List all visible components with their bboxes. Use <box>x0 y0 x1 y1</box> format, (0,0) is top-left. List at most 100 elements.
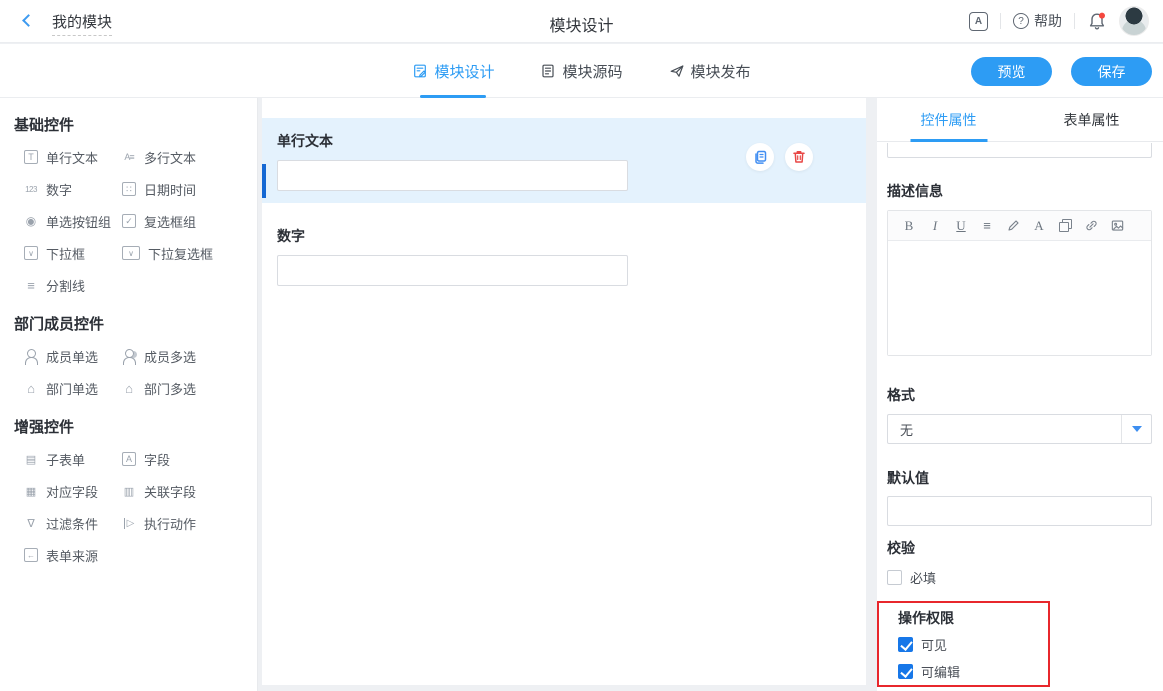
sidebar-item-related-field[interactable]: 关联字段 <box>120 481 218 501</box>
copy-field-button[interactable] <box>746 143 774 171</box>
italic-icon[interactable]: I <box>924 215 946 237</box>
divider <box>1074 13 1075 29</box>
align-icon[interactable]: ≡ <box>976 215 998 237</box>
help-button[interactable]: ? 帮助 <box>1013 11 1062 31</box>
sidebar-item-multi-line-text[interactable]: 多行文本 <box>120 147 218 167</box>
font-style-icon[interactable]: A <box>1028 215 1050 237</box>
tab-bar: 模块设计 模块源码 模块发布 预览 保存 <box>0 44 1163 98</box>
tab-module-design[interactable]: 模块设计 <box>412 44 494 98</box>
required-checkbox[interactable] <box>887 570 902 585</box>
sidebar-item-label: 字段 <box>144 450 170 469</box>
bold-icon[interactable]: B <box>898 215 920 237</box>
canvas-field-single-line-text[interactable]: 单行文本 <box>262 118 866 203</box>
description-textarea[interactable] <box>888 241 1151 355</box>
format-select[interactable]: 无 <box>887 414 1152 444</box>
required-label: 必填 <box>910 568 936 587</box>
edit-pen-icon[interactable] <box>1002 215 1024 237</box>
select-caret-zone[interactable] <box>1121 415 1151 443</box>
sidebar-item-label: 单选按钮组 <box>46 212 111 231</box>
editable-label: 可编辑 <box>921 662 960 681</box>
sidebar-item-dept-multi[interactable]: 部门多选 <box>120 378 218 398</box>
editable-checkbox-row[interactable]: 可编辑 <box>898 662 1048 680</box>
widget-sidebar: 基础控件 单行文本 多行文本 数字 日期时间 单选按钮组 复选框组 下拉框 下拉… <box>0 98 258 691</box>
delete-field-button[interactable] <box>785 143 813 171</box>
field-icon <box>122 452 136 466</box>
link-icon[interactable] <box>1080 215 1102 237</box>
sidebar-item-dept-single[interactable]: 部门单选 <box>22 378 120 398</box>
sidebar-item-form-source[interactable]: 表单来源 <box>22 545 120 565</box>
permissions-label: 操作权限 <box>898 608 1048 626</box>
tab-label: 模块源码 <box>562 61 622 82</box>
number-icon <box>22 180 40 198</box>
preview-button[interactable]: 预览 <box>971 57 1052 86</box>
field-input[interactable] <box>277 160 628 191</box>
member-multi-icon <box>120 347 138 365</box>
sidebar-item-field[interactable]: 字段 <box>120 449 218 469</box>
sidebar-item-select[interactable]: 下拉框 <box>22 243 120 263</box>
field-input[interactable] <box>277 255 628 286</box>
sidebar-item-datetime[interactable]: 日期时间 <box>120 179 218 199</box>
visible-checkbox-row[interactable]: 可见 <box>898 635 1048 653</box>
related-field-icon <box>120 482 138 500</box>
scrolled-input-partial[interactable] <box>887 143 1152 158</box>
form-canvas: 单行文本 数字 <box>262 98 866 685</box>
tab-label: 模块发布 <box>691 61 751 82</box>
trash-icon <box>791 149 807 165</box>
operation-permissions-highlight: 操作权限 可见 可编辑 <box>877 601 1050 687</box>
tab-module-source[interactable]: 模块源码 <box>540 44 622 98</box>
publish-tab-icon <box>669 63 685 79</box>
sidebar-item-member-multi[interactable]: 成员多选 <box>120 346 218 366</box>
topbar-actions: A ? 帮助 <box>969 0 1149 42</box>
sidebar-item-label: 单行文本 <box>46 148 98 167</box>
tab-module-publish[interactable]: 模块发布 <box>669 44 751 98</box>
tab-widget-properties[interactable]: 控件属性 <box>877 98 1020 141</box>
copy-icon[interactable] <box>1054 215 1076 237</box>
dept-multi-icon <box>120 379 138 397</box>
sidebar-group-enhanced: 增强控件 子表单 字段 对应字段 关联字段 过滤条件 执行动作 表单来源 <box>0 400 257 567</box>
copy-icon <box>752 149 768 165</box>
underline-icon[interactable]: U <box>950 215 972 237</box>
visible-checkbox[interactable] <box>898 637 913 652</box>
notification-bell-icon[interactable] <box>1087 11 1107 31</box>
sidebar-item-action[interactable]: 执行动作 <box>120 513 218 533</box>
image-icon[interactable] <box>1106 215 1128 237</box>
sidebar-item-label: 数字 <box>46 180 72 199</box>
sidebar-item-single-line-text[interactable]: 单行文本 <box>22 147 120 167</box>
sidebar-group-title: 基础控件 <box>0 98 257 139</box>
tab-form-properties[interactable]: 表单属性 <box>1020 98 1163 141</box>
sidebar-item-radio-group[interactable]: 单选按钮组 <box>22 211 120 231</box>
sidebar-item-filter[interactable]: 过滤条件 <box>22 513 120 533</box>
sidebar-item-label: 下拉复选框 <box>148 244 213 263</box>
divider-icon <box>22 276 40 294</box>
sidebar-item-label: 执行动作 <box>144 514 196 533</box>
sidebar-item-checkbox-group[interactable]: 复选框组 <box>120 211 218 231</box>
sidebar-item-divider-line[interactable]: 分割线 <box>22 275 120 295</box>
sidebar-group-title: 部门成员控件 <box>0 297 257 338</box>
canvas-field-number[interactable]: 数字 <box>262 213 866 298</box>
dept-single-icon <box>22 379 40 397</box>
tab-label: 模块设计 <box>434 61 494 82</box>
translate-icon[interactable]: A <box>969 12 988 31</box>
required-checkbox-row[interactable]: 必填 <box>887 568 1152 586</box>
sidebar-item-label: 对应字段 <box>46 482 98 501</box>
avatar[interactable] <box>1119 6 1149 36</box>
sidebar-item-label: 子表单 <box>46 450 85 469</box>
format-select-value: 无 <box>900 420 913 439</box>
properties-tabs: 控件属性 表单属性 <box>877 98 1163 142</box>
field-label: 数字 <box>277 226 850 246</box>
multi-line-text-icon <box>120 148 138 166</box>
sidebar-item-mapped-field[interactable]: 对应字段 <box>22 481 120 501</box>
sidebar-item-multi-select[interactable]: 下拉复选框 <box>120 243 218 263</box>
sidebar-item-subform[interactable]: 子表单 <box>22 449 120 469</box>
chevron-down-icon <box>1132 426 1142 432</box>
sidebar-item-label: 成员多选 <box>144 347 196 366</box>
properties-panel: 控件属性 表单属性 描述信息 B I U ≡ A 格式 <box>877 98 1163 691</box>
source-tab-icon <box>540 63 556 79</box>
save-button[interactable]: 保存 <box>1071 57 1152 86</box>
default-value-input[interactable] <box>887 496 1152 526</box>
editable-checkbox[interactable] <box>898 664 913 679</box>
sidebar-group-members: 部门成员控件 成员单选 成员多选 部门单选 部门多选 <box>0 297 257 400</box>
datetime-icon <box>122 182 136 196</box>
sidebar-item-number[interactable]: 数字 <box>22 179 120 199</box>
sidebar-item-member-single[interactable]: 成员单选 <box>22 346 120 366</box>
